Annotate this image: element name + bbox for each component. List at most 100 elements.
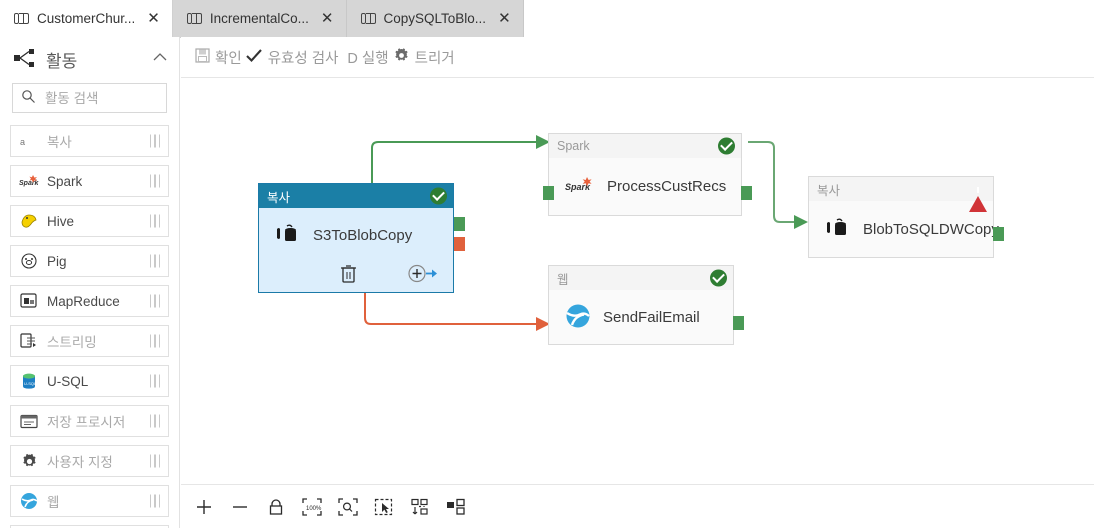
- activity-item-mapreduce[interactable]: MapReduce: [10, 285, 169, 317]
- sidebar-header: 활동: [0, 37, 179, 81]
- activity-label: 사용자 지정: [47, 455, 113, 470]
- node-actions: [259, 264, 453, 286]
- drag-handle[interactable]: [149, 374, 160, 388]
- warning-triangle-icon: [969, 182, 987, 212]
- activity-label: 저장 프로시저: [47, 415, 126, 430]
- zoom-to-fit-button[interactable]: [333, 492, 363, 522]
- node-sendfailemail[interactable]: 웹 SendFailEmail: [548, 265, 744, 345]
- activity-item-copy[interactable]: a 복사: [10, 125, 169, 157]
- drag-handle[interactable]: [149, 454, 160, 468]
- zoom-in-button[interactable]: [189, 492, 219, 522]
- close-icon[interactable]: ✕: [321, 11, 334, 26]
- edge-success-sink: [748, 141, 794, 223]
- pipeline-editor: CustomerChur... ✕ IncrementalCo... ✕ Cop…: [0, 0, 1094, 528]
- node-name: BlobToSQLDWCopy: [863, 220, 999, 238]
- tab-copysqltoblob[interactable]: CopySQLToBlo... ✕: [346, 0, 524, 37]
- tab-label: CopySQLToBlo...: [383, 11, 487, 26]
- validate-button[interactable]: 유효성 검사: [245, 47, 338, 68]
- trash-icon[interactable]: [340, 264, 357, 286]
- pipeline-icon: [186, 13, 202, 24]
- activities-sidebar: 활동 a 복사: [0, 37, 180, 528]
- auto-align-icon: [411, 498, 428, 515]
- node-header: 복사: [809, 177, 993, 212]
- streaming-icon: [19, 331, 39, 351]
- node-header: 복사: [259, 184, 453, 208]
- drag-handle[interactable]: [149, 214, 160, 228]
- node-body: SendFailEmail: [549, 290, 733, 344]
- search-icon: [21, 89, 36, 107]
- status-badge: [430, 187, 447, 205]
- activity-item-streaming[interactable]: 스트리밍: [10, 325, 169, 357]
- activity-item-usql[interactable]: U-SQL U-SQL: [10, 365, 169, 397]
- node-type-label: 웹: [557, 272, 569, 287]
- node-type-label: 복사: [267, 190, 291, 205]
- close-icon[interactable]: ✕: [498, 11, 511, 26]
- copy-activity-icon: [275, 224, 301, 247]
- drag-handle[interactable]: [149, 414, 160, 428]
- activity-item-pig[interactable]: Pig: [10, 245, 169, 277]
- toolbar-label: 확인: [215, 50, 242, 67]
- drag-handle[interactable]: [149, 494, 160, 508]
- node-name: ProcessCustRecs: [607, 178, 727, 195]
- zoom-out-button[interactable]: [225, 492, 255, 522]
- tab-incrementalcopy[interactable]: IncrementalCo... ✕: [172, 0, 347, 37]
- activity-list: a 복사 Spark Spark Hive Pig MapReduce 스트리밍…: [0, 125, 179, 528]
- layout-icon: [447, 498, 465, 515]
- svg-text:a: a: [20, 137, 25, 147]
- usql-icon: U-SQL: [19, 371, 39, 391]
- output-port-failure[interactable]: [454, 237, 465, 251]
- drag-handle[interactable]: [149, 134, 160, 148]
- pipeline-icon: [360, 13, 376, 24]
- activity-label: 스트리밍: [47, 335, 97, 350]
- add-connection-icon[interactable]: [407, 264, 437, 286]
- status-badge: [969, 182, 987, 212]
- activity-item-hive[interactable]: Hive: [10, 205, 169, 237]
- web-globe-icon: [19, 491, 39, 511]
- select-all-button[interactable]: [369, 492, 399, 522]
- close-icon[interactable]: ✕: [147, 11, 160, 26]
- layout-button[interactable]: [441, 492, 471, 522]
- canvas-toolbar: 100%: [181, 484, 1094, 528]
- marquee-select-icon: [374, 498, 393, 515]
- activity-item-custom[interactable]: 사용자 지정: [10, 445, 169, 477]
- pipeline-canvas[interactable]: 복사 S3ToBlobCopy Spark Spark ProcessCustR…: [181, 78, 1094, 484]
- output-port-success[interactable]: [454, 217, 465, 231]
- zoom-100-button[interactable]: 100%: [297, 492, 327, 522]
- zoom-100-icon: 100%: [302, 497, 322, 516]
- spark-icon: Spark: [565, 175, 595, 198]
- lock-button[interactable]: [261, 492, 291, 522]
- plus-icon: [197, 499, 211, 514]
- trigger-button[interactable]: 트리거: [393, 47, 455, 68]
- drag-handle[interactable]: [149, 254, 160, 268]
- output-port-success[interactable]: [733, 316, 744, 330]
- output-port-success[interactable]: [993, 227, 1004, 241]
- drag-handle[interactable]: [149, 294, 160, 308]
- activity-item-spark[interactable]: Spark Spark: [10, 165, 169, 197]
- tab-bar: CustomerChur... ✕ IncrementalCo... ✕ Cop…: [0, 0, 1094, 38]
- activity-item-web[interactable]: 웹: [10, 485, 169, 517]
- tab-label: IncrementalCo...: [209, 11, 309, 26]
- activity-item-stored-procedure[interactable]: 저장 프로시저: [10, 405, 169, 437]
- svg-text:Spark: Spark: [19, 180, 39, 187]
- svg-text:U-SQL: U-SQL: [24, 381, 37, 386]
- input-port[interactable]: [543, 186, 554, 200]
- web-globe-icon: [565, 303, 591, 332]
- node-processcustrecs[interactable]: Spark Spark ProcessCustRecs: [543, 133, 752, 216]
- hive-icon: [19, 211, 39, 231]
- drag-handle[interactable]: [149, 174, 160, 188]
- node-blobtosqldwcopy[interactable]: 복사 BlobToSQLDWCopy: [808, 176, 1004, 258]
- minus-icon: [233, 505, 247, 508]
- chevron-up-icon[interactable]: [153, 50, 167, 65]
- node-s3toblobcopy[interactable]: 복사 S3ToBlobCopy: [258, 183, 465, 293]
- search-input[interactable]: [43, 89, 167, 107]
- auto-align-button[interactable]: [405, 492, 435, 522]
- debug-run-button[interactable]: D 실행: [342, 47, 388, 68]
- stored-procedure-icon: [19, 411, 39, 431]
- node-type-label: 복사: [817, 183, 841, 198]
- success-check-icon: [430, 187, 447, 205]
- output-port-success[interactable]: [741, 186, 752, 200]
- validate-save-button[interactable]: 확인: [195, 47, 242, 68]
- tab-customerchurn[interactable]: CustomerChur... ✕: [0, 0, 173, 37]
- drag-handle[interactable]: [149, 334, 160, 348]
- search-activities-box[interactable]: [12, 83, 167, 113]
